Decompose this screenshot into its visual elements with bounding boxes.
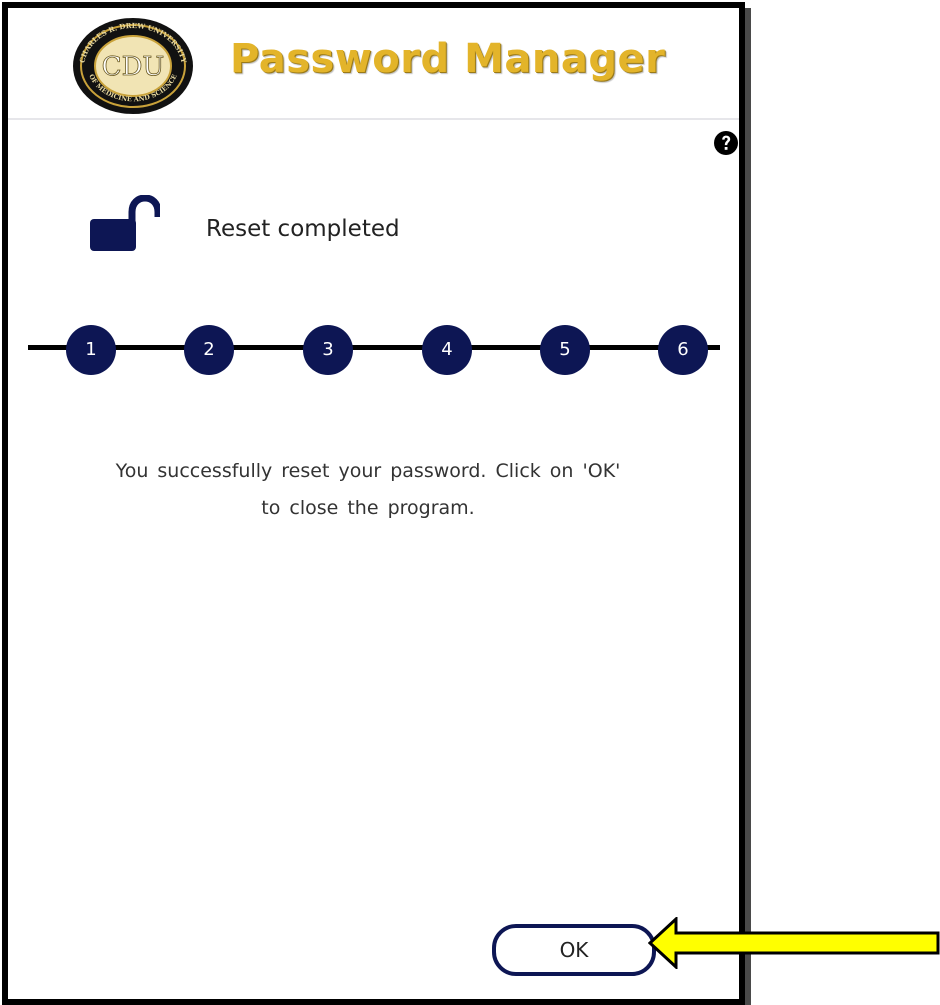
step-6: 6 <box>658 325 708 375</box>
step-5: 5 <box>540 325 590 375</box>
yellow-arrow-pointer <box>648 917 940 969</box>
status-label: Reset completed <box>206 216 400 242</box>
success-message-line-1: You successfully reset your password. Cl… <box>115 460 621 482</box>
success-message: You successfully reset your password. Cl… <box>88 453 648 527</box>
step-2: 2 <box>184 325 234 375</box>
stepper-line <box>28 345 720 350</box>
app-title: Password Manager <box>230 36 666 82</box>
app-header: CHARLES R. DREW UNIVERSITY OF MEDICINE A… <box>8 8 739 120</box>
step-3: 3 <box>303 325 353 375</box>
cdu-seal-logo: CHARLES R. DREW UNIVERSITY OF MEDICINE A… <box>73 18 193 114</box>
password-manager-window: CHARLES R. DREW UNIVERSITY OF MEDICINE A… <box>2 2 745 1005</box>
unlocked-padlock-icon <box>90 195 160 251</box>
ok-button[interactable]: OK <box>492 924 656 976</box>
progress-stepper: 1 2 3 4 5 6 <box>28 318 728 378</box>
seal-center-text: CDU <box>102 52 165 82</box>
step-1: 1 <box>66 325 116 375</box>
question-circle-icon[interactable] <box>713 130 739 156</box>
step-4: 4 <box>422 325 472 375</box>
success-message-line-2: to close the program. <box>261 497 475 519</box>
